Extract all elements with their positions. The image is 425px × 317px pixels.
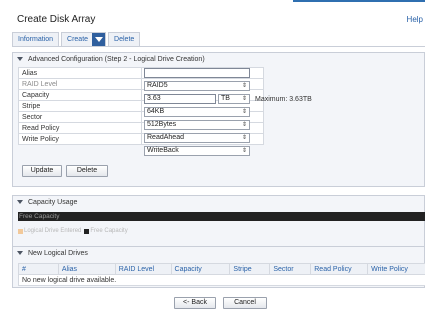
advanced-config-panel: Advanced Configuration (Step 2 - Logical… [12,52,425,187]
tab-create[interactable]: Create [61,32,107,46]
alias-input[interactable] [144,68,250,78]
legend-free-swatch [84,228,90,234]
raid-level-label: RAID Level [18,78,142,90]
select-arrows-icon: ⇕ [241,148,247,154]
read-policy-label: Read Policy [18,122,142,134]
max-capacity-text: Maximum: 3.63TB [255,96,312,103]
alias-label: Alias [18,67,142,79]
select-arrows-icon: ⇕ [241,122,247,128]
delete-button[interactable]: Delete [66,165,108,177]
raid-level-value: RAID5 [147,82,168,89]
read-policy-value: ReadAhead [147,134,184,141]
capacity-unit-value: TB [221,95,230,102]
col-stripe[interactable]: Stripe [229,263,271,275]
stripe-label: Stripe [18,100,142,112]
tab-delete[interactable]: Delete [108,32,141,46]
back-button[interactable]: <- Back [174,297,216,309]
collapse-caret-icon[interactable] [17,57,23,61]
tab-create-label[interactable]: Create [62,33,92,46]
collapse-caret-icon[interactable] [17,251,23,255]
new-logical-drives-title: New Logical Drives [28,249,88,257]
write-policy-select[interactable]: WriteBack ⇕ [144,146,250,156]
read-policy-select[interactable]: ReadAhead ⇕ [144,133,250,143]
capacity-unit-select[interactable]: TB ⇕ [218,94,250,104]
write-policy-label: Write Policy [18,133,142,145]
legend-free-label: Free Capacity [90,228,128,234]
sector-label: Sector [18,111,142,123]
chevron-down-icon[interactable] [92,33,106,46]
help-link[interactable]: Help [407,15,423,24]
logical-drives-table: # Alias RAID Level Capacity Stripe Secto… [18,263,425,286]
stripe-value: 64KB [147,108,165,115]
legend-entered-swatch [18,228,23,234]
update-button[interactable]: Update [22,165,62,177]
sector-value: 512Bytes [147,121,177,128]
select-arrows-icon: ⇕ [241,96,247,102]
col-write-policy[interactable]: Write Policy [367,263,425,275]
capacity-usage-title: Capacity Usage [28,198,78,206]
stripe-select[interactable]: 64KB ⇕ [144,107,250,117]
collapse-caret-icon[interactable] [17,200,23,204]
page-title: Create Disk Array [17,14,96,25]
col-sector[interactable]: Sector [269,263,312,275]
capacity-bar: Free Capacity [18,212,425,221]
write-policy-value: WriteBack [147,147,179,154]
cancel-button[interactable]: Cancel [223,297,267,309]
select-arrows-icon: ⇕ [241,109,247,115]
tab-bar: Information Create Delete [12,32,142,46]
sector-select[interactable]: 512Bytes ⇕ [144,120,250,130]
col-raid-level[interactable]: RAID Level [114,263,172,275]
tab-divider [12,46,425,47]
capacity-input[interactable]: 3.63 [144,94,216,104]
table-row: No new logical drive available. [18,274,425,286]
col-alias[interactable]: Alias [57,263,116,275]
advanced-config-title: Advanced Configuration (Step 2 - Logical… [28,55,205,63]
raid-level-select[interactable]: RAID5 ⇕ [144,81,250,91]
select-arrows-icon: ⇕ [241,135,247,141]
tab-information[interactable]: Information [12,32,60,46]
select-arrows-icon: ⇕ [241,83,247,89]
legend-entered-label: Logical Drive Entered [24,228,82,234]
empty-message: No new logical drive available. [18,274,425,286]
new-logical-drives-header[interactable]: New Logical Drives [13,247,424,259]
advanced-config-header[interactable]: Advanced Configuration (Step 2 - Logical… [13,53,424,65]
capacity-label: Capacity [18,89,142,101]
capacity-usage-header[interactable]: Capacity Usage [13,196,424,208]
col-capacity[interactable]: Capacity [170,263,231,275]
capacity-legend: Logical Drive Entered Free Capacity [18,228,128,234]
new-logical-drives-panel: New Logical Drives # Alias RAID Level Ca… [12,246,425,288]
top-accent-bar [293,0,425,2]
table-header-row: # Alias RAID Level Capacity Stripe Secto… [18,263,425,275]
col-number[interactable]: # [18,263,59,275]
col-read-policy[interactable]: Read Policy [310,263,369,275]
